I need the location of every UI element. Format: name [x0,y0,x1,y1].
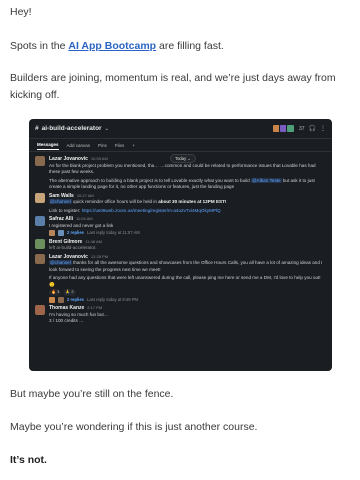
message-text: I registered and never got a link [49,222,114,228]
zoom-link[interactable]: https://us06web.zoom.us/meeting/register… [82,208,221,213]
message-time: 10:09 AM [90,156,108,161]
reaction-pray[interactable]: 🙏 2 [63,289,76,296]
last-reply-time: Last reply today at 11:07 AM [87,230,140,235]
message-text: @channel quick reminder office hours wil… [49,199,326,206]
spots-text-after: are filling fast. [156,40,224,52]
message-item: Brent Gilmore 11:48 AM left ai-build-acce… [35,238,326,252]
channel-header: # ai-build-accelerator ⌄ 37 🎧 ⋮ [29,119,332,139]
channel-mention[interactable]: @channel [49,260,72,265]
today-divider[interactable]: Today ⌄ [170,154,196,163]
message-time: 10:27 AM [76,192,94,198]
builders-paragraph: Builders are joining, momentum is real, … [10,72,336,101]
reply-avatar [58,230,64,237]
message-time: 12:28 PM [90,253,109,259]
reply-count[interactable]: 2 replies [67,230,84,237]
avatar[interactable] [35,156,45,166]
message-text: @channel thanks for all the awesome ques… [49,260,326,273]
chevron-down-icon: ⌄ [104,125,109,132]
spots-paragraph: Spots in the AI App Bootcamp are filling… [10,38,350,55]
last-reply-time: Last reply today at 8:49 PM [87,296,138,302]
reply-avatar [49,230,55,237]
reply-avatar [49,296,55,303]
avatar[interactable] [35,253,45,264]
author-name[interactable]: Lazar Jovanovic [49,156,88,162]
member-count: 37 [298,125,305,132]
reply-count[interactable]: 2 replies [67,297,84,304]
bootcamp-link[interactable]: AI App Bootcamp [68,40,156,52]
more-options-icon[interactable]: ⋮ [320,125,326,132]
member-avatars[interactable] [271,124,295,133]
link-label: Link to register: [49,207,82,213]
avatar[interactable] [35,305,45,315]
message-text-2: 3 / 100 credits … [49,318,84,323]
reactions: 🔥 3 🙏 2 [49,289,76,296]
message-time: 2:17 PM [87,305,103,310]
wondering-paragraph: Maybe you’re wondering if this is just a… [10,421,258,433]
slack-screenshot: # ai-build-accelerator ⌄ 37 🎧 ⋮ Messages… [29,119,332,371]
message-bold: about 30 minutes at 12PM EST! [158,199,227,204]
reply-avatar [58,296,64,303]
message-text-2: The alternative approach to building a b… [49,177,326,191]
message-text: left ai-build-accelerator. [49,245,97,250]
tab-pins[interactable]: Pins [98,143,107,148]
channel-title: ai-build-accelerator [41,125,102,132]
message-item: Safraz Alli 11:04 AM I registered and nev… [35,216,326,237]
message-item: Sam Walls 10:27 AM @channel quick reminde… [35,192,326,215]
tab-add-canvas[interactable]: Add canvas [67,143,91,148]
message-text: As for the blank project problem you men… [49,162,316,175]
author-name[interactable]: Lazar Jovanovic [49,254,88,260]
channel-tabs: Messages Add canvas Pins Files + [29,139,332,152]
avatar[interactable] [35,238,45,249]
message-text-part: quick reminder office hours will be held… [71,199,159,204]
message-text-part: thanks for all the awesome questions and… [49,260,323,272]
add-tab-button[interactable]: + [132,143,135,148]
message-link-line: Link to register: https://us06web.zoom.u… [49,208,326,215]
channel-name[interactable]: # ai-build-accelerator ⌄ [35,125,274,132]
message-time: 11:48 AM [85,238,102,244]
author-name[interactable]: Safraz Alli [49,216,73,222]
avatar[interactable] [35,192,45,203]
message-text-part: The alternative approach to building a b… [49,177,251,183]
channel-mention[interactable]: @channel [49,199,72,204]
tab-files[interactable]: Files [115,143,125,148]
message-item: Lazar Jovanovic 12:28 PM @channel thanks … [35,253,326,304]
message-list: Lazar Jovanovic 10:09 AM As for the blank… [29,152,332,327]
message-time: 11:04 AM [76,216,93,221]
fence-paragraph: But maybe you’re still on the fence. [10,388,174,400]
tab-messages[interactable]: Messages [37,142,59,150]
its-not-paragraph: It’s not. [10,454,47,466]
message-text-2: If anyone had any questions that were le… [49,275,321,287]
reaction-fire[interactable]: 🔥 3 [49,289,62,296]
hash-icon: # [35,125,39,132]
thread-replies[interactable]: 2 replies Last reply today at 8:49 PM [49,297,326,304]
author-name[interactable]: Sam Walls [49,193,74,199]
thread-replies[interactable]: 2 replies Last reply today at 11:07 AM [49,230,326,237]
headphones-icon[interactable]: 🎧 [309,125,316,132]
author-name[interactable]: Brent Gilmore [49,239,82,245]
message-item: Thomas Kanze 2:17 PM I'm having so much f… [35,305,326,325]
author-name[interactable]: Thomas Kanze [49,305,84,311]
greeting-text: Hey! [10,6,32,18]
user-mention[interactable]: @Alban Teste [251,177,282,183]
avatar[interactable] [35,216,45,226]
spots-text-before: Spots in the [10,40,69,52]
